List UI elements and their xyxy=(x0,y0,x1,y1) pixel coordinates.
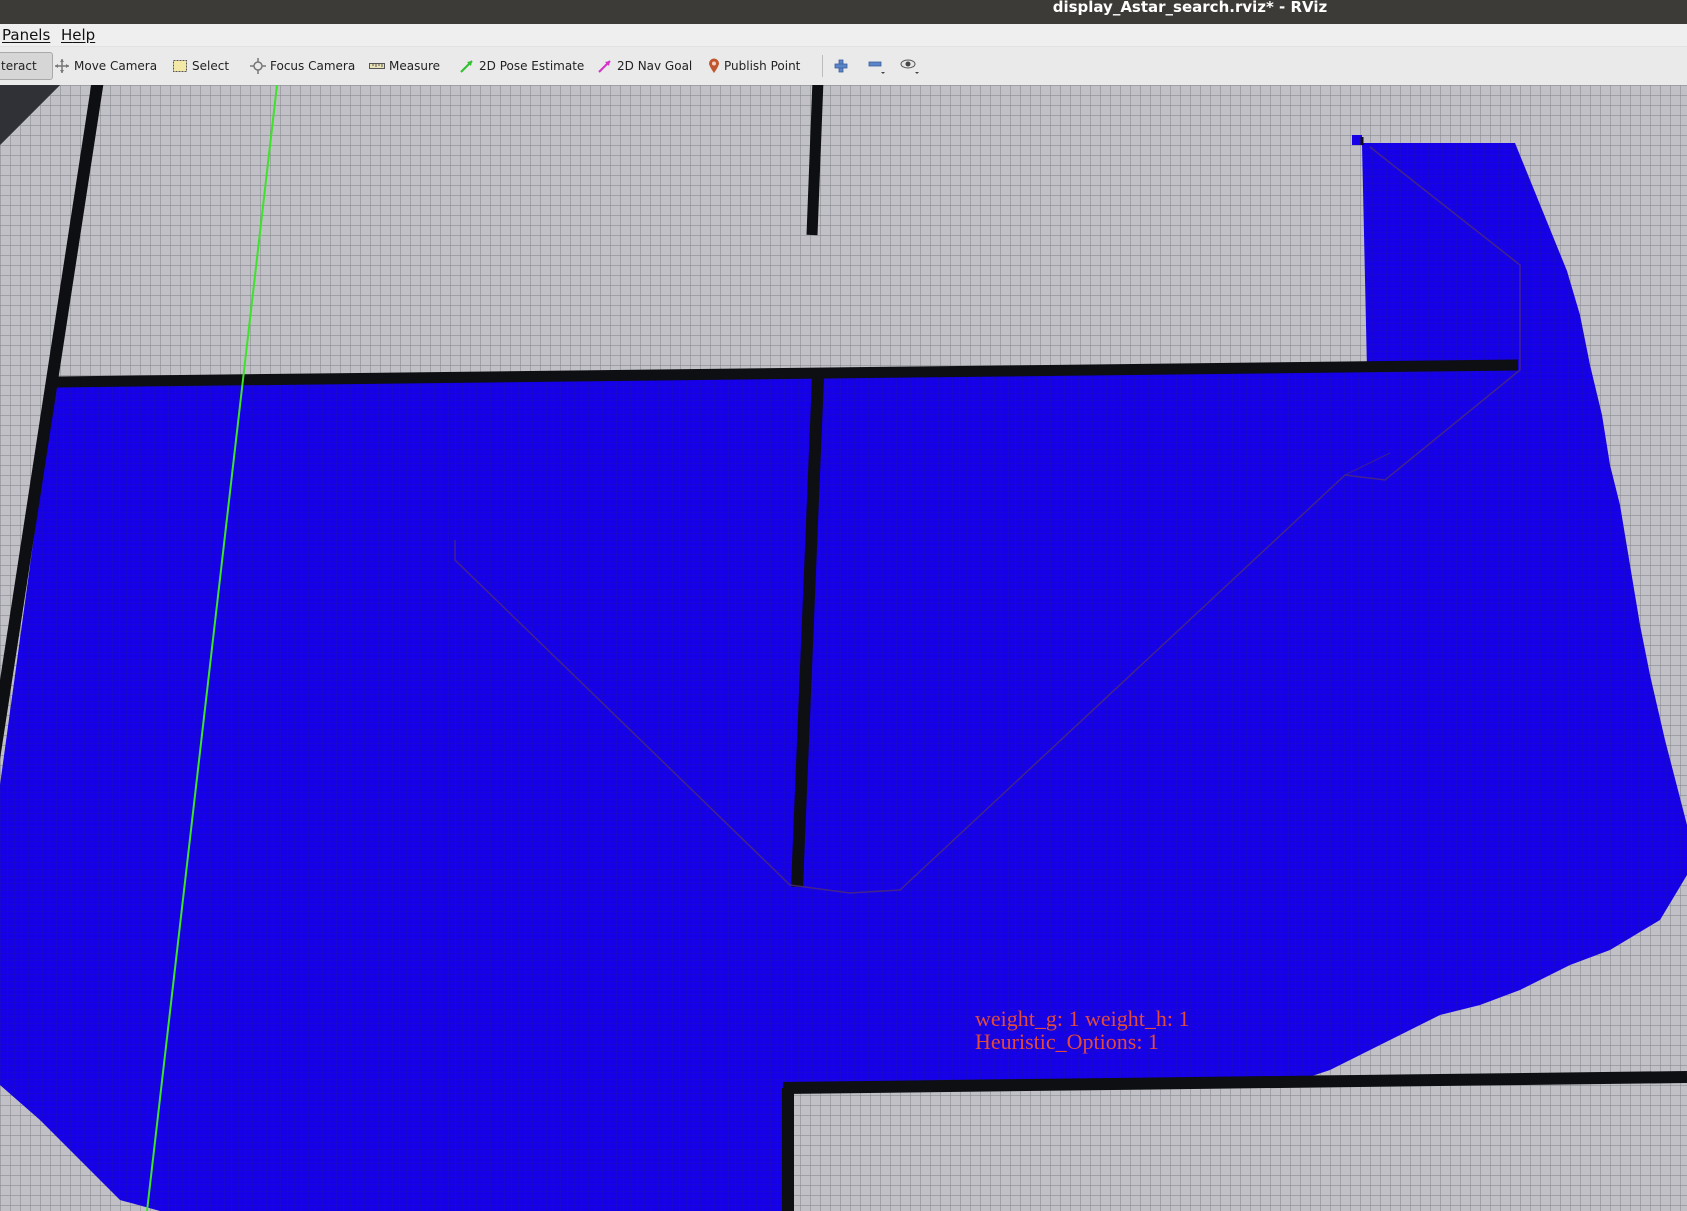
focus-camera-icon xyxy=(250,58,266,74)
remove-tool-button[interactable] xyxy=(868,53,886,79)
add-tool-icon xyxy=(834,59,848,73)
menu-bar: Panels Help xyxy=(0,24,1687,47)
select-icon xyxy=(172,58,188,74)
measure-icon xyxy=(369,58,385,74)
nav-goal-label: 2D Nav Goal xyxy=(617,59,693,73)
pose-estimate-icon xyxy=(459,58,475,74)
occupancy-grid-scene xyxy=(0,85,1687,1211)
render-viewport[interactable]: weight_g: 1 weight_h: 1 Heuristic_Option… xyxy=(0,85,1687,1211)
pose-estimate-button[interactable]: 2D Pose Estimate xyxy=(459,53,584,79)
publish-point-icon xyxy=(708,58,720,74)
view-options-icon xyxy=(900,56,920,76)
vertical-wall-top xyxy=(806,85,824,236)
interact-tool-button[interactable]: teract xyxy=(0,52,53,80)
window-title: display_Astar_search.rviz* - RViz xyxy=(1052,0,1328,16)
select-label: Select xyxy=(192,59,230,73)
view-options-button[interactable] xyxy=(900,53,920,79)
nav-goal-icon xyxy=(597,58,613,74)
move-camera-button[interactable]: Move Camera xyxy=(54,53,157,79)
remove-tool-icon xyxy=(868,56,886,76)
menu-help-label: elp xyxy=(72,26,96,44)
overlay-heuristic-text: Heuristic_Options: 1 xyxy=(975,1029,1159,1054)
menu-help-mnemonic: H xyxy=(61,26,73,44)
tool-bar: teract Move Camera Select Focus Camera M… xyxy=(0,47,1687,86)
nav-goal-button[interactable]: 2D Nav Goal xyxy=(597,53,692,79)
measure-button[interactable]: Measure xyxy=(369,53,440,79)
publish-point-label: Publish Point xyxy=(724,59,801,73)
toolbar-separator xyxy=(822,55,823,77)
title-bar: display_Astar_search.rviz* - RViz xyxy=(0,0,1687,24)
add-tool-button[interactable] xyxy=(834,53,848,79)
measure-label: Measure xyxy=(389,59,440,73)
interact-tool-label: teract xyxy=(1,59,37,73)
move-camera-label: Move Camera xyxy=(74,59,158,73)
publish-point-button[interactable]: Publish Point xyxy=(708,53,800,79)
focus-camera-label: Focus Camera xyxy=(270,59,356,73)
move-camera-icon xyxy=(54,58,70,74)
menu-panels[interactable]: Panels xyxy=(2,26,50,44)
menu-help[interactable]: Help xyxy=(61,26,95,44)
focus-camera-button[interactable]: Focus Camera xyxy=(250,53,355,79)
select-button[interactable]: Select xyxy=(172,53,229,79)
menu-panels-label: anels xyxy=(10,26,51,44)
pose-estimate-label: 2D Pose Estimate xyxy=(479,59,585,73)
